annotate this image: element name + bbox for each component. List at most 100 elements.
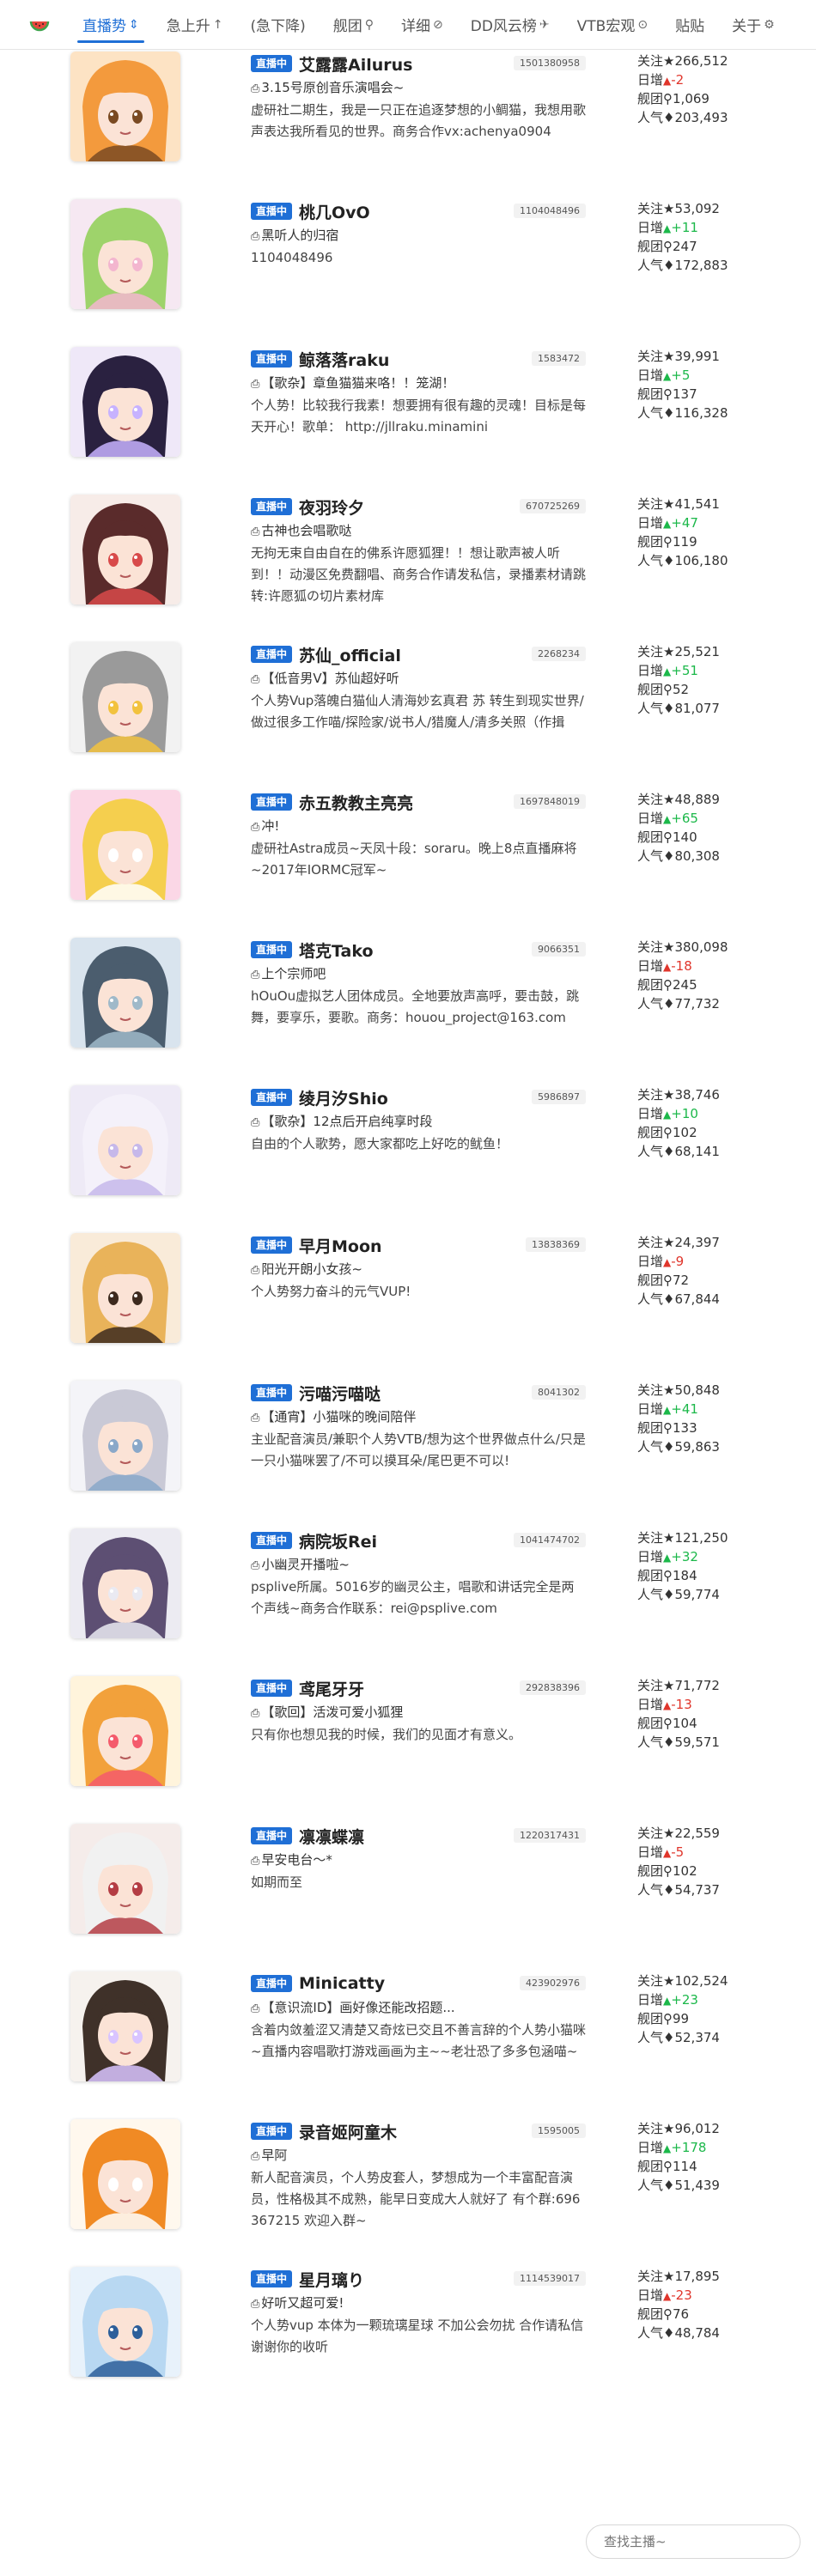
room-id[interactable]: 1114539017	[514, 2271, 586, 2286]
popularity-label: 人气	[637, 2325, 664, 2341]
live-title[interactable]: ⎙ 上个宗师吧	[251, 965, 586, 984]
guard-label: 舰团	[637, 682, 664, 697]
name-line: 直播中 Minicatty 423902976	[251, 1971, 586, 1996]
live-title[interactable]: ⎙ 小幽灵开播啦~	[251, 1556, 586, 1575]
live-title[interactable]: ⎙ 【歌杂】12点后开启纯享时段	[251, 1113, 586, 1132]
live-title-text: 【歌杂】章鱼猫猫来咯！！笼湖！	[261, 375, 455, 391]
avatar[interactable]	[70, 642, 180, 752]
follow-label: 关注	[637, 349, 664, 364]
nav-tab[interactable]: VTB宏观 ⊙	[563, 0, 661, 50]
nav-tab[interactable]: DD风云榜 ✈	[457, 0, 563, 50]
vtuber-name[interactable]: 早月Moon	[299, 1234, 382, 1257]
room-id[interactable]: 8041302	[532, 1385, 586, 1400]
daily-change: 日增▲+65	[637, 809, 801, 828]
room-id[interactable]: 1041474702	[514, 1533, 586, 1547]
vtuber-name[interactable]: 病院坂Rei	[299, 1529, 377, 1552]
room-id[interactable]: 1104048496	[514, 204, 586, 218]
nav-tab[interactable]: 关于 ⚙	[718, 0, 789, 50]
guard-count: 舰团⚲140	[637, 828, 801, 847]
live-title[interactable]: ⎙ 【歌回】活泼可爱小狐狸	[251, 1704, 586, 1722]
avatar[interactable]	[70, 2267, 180, 2377]
watermelon-logo-icon[interactable]	[29, 15, 50, 35]
avatar[interactable]	[70, 347, 180, 457]
live-title[interactable]: ⎙ 黑听人的归宿	[251, 227, 586, 246]
avatar[interactable]	[70, 1971, 180, 2081]
vtuber-name[interactable]: 夜羽玲夕	[299, 495, 364, 519]
guard-count: 舰团⚲72	[637, 1271, 801, 1290]
vtuber-name[interactable]: 污喵污喵哒	[299, 1382, 381, 1405]
live-title[interactable]: ⎙ 【意识流ID】画好像还能改招题...	[251, 1999, 586, 2018]
vtuber-name[interactable]: Minicatty	[299, 1974, 385, 1993]
avatar[interactable]	[70, 199, 180, 309]
vtuber-name[interactable]: 鲸落落raku	[299, 348, 389, 371]
avatar[interactable]	[70, 52, 180, 161]
room-id[interactable]: 670725269	[520, 499, 586, 513]
live-title[interactable]: ⎙ 3.15号原创音乐演唱会~	[251, 79, 586, 98]
room-id[interactable]: 13838369	[526, 1237, 586, 1252]
avatar[interactable]	[70, 1676, 180, 1786]
room-id[interactable]: 1697848019	[514, 794, 586, 809]
room-id[interactable]: 1583472	[532, 351, 586, 366]
live-status-badge: 直播中	[251, 1975, 293, 1992]
avatar[interactable]	[70, 1381, 180, 1491]
search-input[interactable]	[586, 2524, 801, 2559]
live-title[interactable]: ⎙ 早阿	[251, 2147, 586, 2166]
room-id[interactable]: 423902976	[520, 1976, 586, 1990]
vtuber-name[interactable]: 星月璃り	[299, 2268, 364, 2291]
avatar[interactable]	[70, 1233, 180, 1343]
nav-tab[interactable]: (急下降)	[236, 0, 319, 50]
vtuber-name[interactable]: 苏仙_official	[299, 643, 401, 666]
vtuber-name[interactable]: 录音姬阿童木	[299, 2120, 397, 2143]
popularity-value: 80,308	[674, 848, 720, 864]
nav-tab[interactable]: 急上升 ↑	[153, 0, 237, 50]
avatar[interactable]	[70, 2119, 180, 2229]
room-id[interactable]: 292838396	[520, 1680, 586, 1695]
nav-tab[interactable]: 详细 ⊘	[387, 0, 457, 50]
follower-count: 关注★48,889	[637, 790, 801, 809]
vtuber-name[interactable]: 鸢尾牙牙	[299, 1677, 364, 1700]
nav-tab[interactable]: 直播势 ⇕	[69, 0, 153, 50]
live-status-badge: 直播中	[251, 2123, 293, 2140]
live-status-badge: 直播中	[251, 1827, 293, 1844]
live-title-text: 3.15号原创音乐演唱会~	[261, 80, 405, 95]
room-id[interactable]: 1220317431	[514, 1828, 586, 1843]
live-title[interactable]: ⎙ 古神也会唱歌哒	[251, 522, 586, 541]
live-title[interactable]: ⎙ 冲!	[251, 817, 586, 836]
location-pin-icon: ⚲	[663, 2011, 673, 2026]
room-id[interactable]: 2268234	[532, 647, 586, 661]
vtuber-name[interactable]: 绫月汐Shio	[299, 1086, 388, 1109]
room-id[interactable]: 9066351	[532, 942, 586, 957]
vtuber-name[interactable]: 赤五教教主亮亮	[299, 791, 413, 814]
live-title[interactable]: ⎙ 【低音男V】苏仙超好听	[251, 670, 586, 689]
room-id[interactable]: 1595005	[532, 2123, 586, 2138]
vtuber-name[interactable]: 艾露露Ailurus	[299, 52, 412, 76]
avatar[interactable]	[70, 1528, 180, 1638]
avatar[interactable]	[70, 938, 180, 1048]
live-title[interactable]: ⎙ 好听又超可爱!	[251, 2294, 586, 2313]
avatar[interactable]	[70, 495, 180, 605]
live-title[interactable]: ⎙ 早安电台～*	[251, 1851, 586, 1870]
live-title[interactable]: ⎙ 【歌杂】章鱼猫猫来咯！！笼湖！	[251, 374, 586, 393]
avatar[interactable]	[70, 790, 180, 900]
nav-tab[interactable]: 贴贴	[661, 0, 718, 50]
avatar[interactable]	[70, 1085, 180, 1195]
room-id[interactable]: 1501380958	[514, 56, 586, 70]
guard-count: 舰团⚲76	[637, 2305, 801, 2324]
guard-label: 舰团	[637, 1125, 664, 1140]
vtuber-name[interactable]: 桃几OvO	[299, 200, 370, 223]
star-icon: ★	[663, 1235, 675, 1250]
follower-count: 关注★39,991	[637, 347, 801, 366]
triangle-up-icon: ▲	[663, 1552, 672, 1564]
vtuber-name[interactable]: 塔克Tako	[299, 939, 374, 962]
nav-tab[interactable]: 舰团 ⚲	[320, 0, 387, 50]
location-pin-icon: ⚲	[663, 1568, 673, 1583]
live-title[interactable]: ⎙ 阳光开朗小女孩~	[251, 1261, 586, 1279]
popularity-value: 59,774	[674, 1587, 720, 1602]
room-id[interactable]: 5986897	[532, 1090, 586, 1104]
live-title[interactable]: ⎙ 【通宵】小猫咪的晚间陪伴	[251, 1408, 586, 1427]
vtuber-name[interactable]: 凛凛蝶凛	[299, 1825, 364, 1848]
avatar[interactable]	[70, 1824, 180, 1934]
daily-label: 日增	[637, 958, 664, 974]
daily-value: +32	[671, 1549, 698, 1564]
daily-label: 日增	[637, 72, 664, 88]
